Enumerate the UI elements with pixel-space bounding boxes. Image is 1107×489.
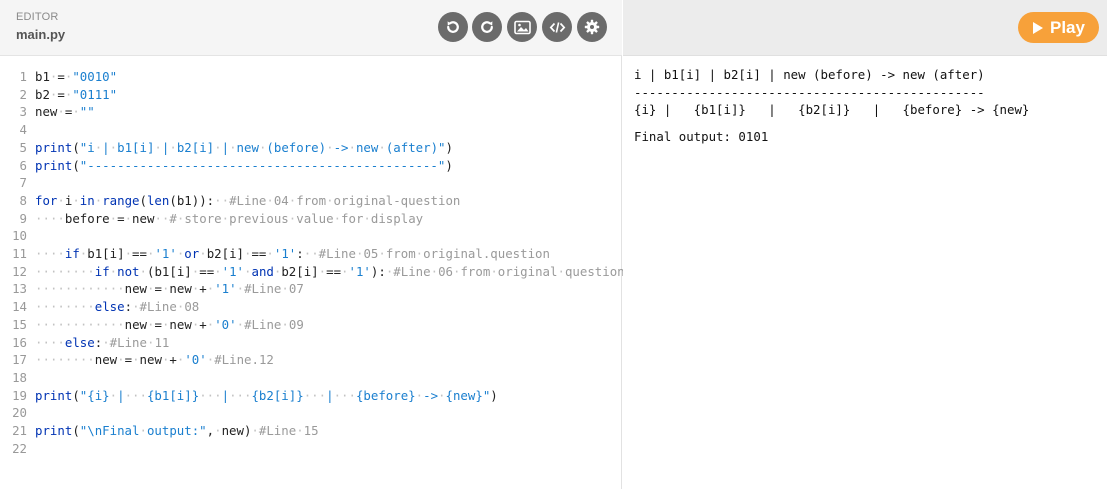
editor-panel: EDITOR main.py 1 b1·=·"0010" 2 b2·=·"011…	[0, 0, 625, 489]
code-text[interactable]: ············new·=·new·+·'0'·#Line·09	[35, 316, 620, 334]
code-line[interactable]: 12 ········if·not·(b1[i]·==·'1'·and·b2[i]…	[0, 263, 625, 281]
refresh-button[interactable]	[472, 12, 502, 42]
line-number: 19	[12, 387, 27, 403]
code-line[interactable]: 21 print("\nFinal·output:",·new)·#Line·15	[0, 422, 620, 440]
code-line[interactable]: 14 ········else:·#Line·08	[0, 298, 620, 316]
line-number: 12	[12, 263, 27, 279]
line-number: 11	[12, 246, 27, 262]
settings-button[interactable]	[577, 12, 607, 42]
code-text[interactable]: for·i·in·range(len(b1)):··#Line·04·from·…	[35, 192, 620, 210]
line-number: 16	[12, 334, 27, 350]
code-line[interactable]: 22	[0, 440, 620, 458]
code-text[interactable]	[35, 369, 620, 387]
code-text[interactable]: new·=·""	[35, 103, 620, 121]
image-button[interactable]	[507, 12, 537, 42]
code-text[interactable]: b2·=·"0111"	[35, 86, 620, 104]
refresh-icon	[481, 21, 493, 33]
code-line[interactable]: 20	[0, 404, 620, 422]
editor-header: EDITOR main.py	[0, 0, 622, 56]
line-number: 9	[19, 210, 27, 226]
reset-icon	[447, 21, 459, 33]
code-text[interactable]: ····else:·#Line·11	[35, 334, 620, 352]
code-text[interactable]	[35, 227, 620, 245]
line-number: 3	[19, 104, 27, 120]
code-text[interactable]: ········new·=·new·+·'0'·#Line.12	[35, 351, 620, 369]
code-line[interactable]: 11 ····if·b1[i]·==·'1'·or·b2[i]·==·'1':··…	[0, 245, 620, 263]
play-label: Play	[1050, 17, 1085, 37]
line-number: 5	[19, 139, 27, 155]
line-number: 13	[12, 281, 27, 297]
code-line[interactable]: 19 print("{i}·|···{b1[i]}···|···{b2[i]}··…	[0, 387, 620, 405]
code-text[interactable]: print("i·|·b1[i]·|·b2[i]·|·new·(before)·…	[35, 139, 620, 157]
code-line[interactable]: 16 ····else:·#Line·11	[0, 334, 620, 352]
code-line[interactable]: 8 for·i·in·range(len(b1)):··#Line·04·from…	[0, 192, 620, 210]
code-text[interactable]: print("{i}·|···{b1[i]}···|···{b2[i]}···|…	[35, 387, 620, 405]
code-line[interactable]: 18	[0, 369, 620, 387]
line-number: 17	[12, 352, 27, 368]
line-number: 7	[19, 175, 27, 191]
output-line: Final output: 0101	[634, 129, 769, 145]
line-number: 6	[19, 157, 27, 173]
line-number: 21	[12, 423, 27, 439]
code-text[interactable]: print("---------------------------------…	[35, 157, 620, 175]
play-button[interactable]: Play	[1018, 12, 1099, 43]
line-number: 20	[12, 405, 27, 421]
code-line[interactable]: 10	[0, 227, 620, 245]
code-line[interactable]: 7	[0, 174, 620, 192]
reset-button[interactable]	[438, 12, 468, 42]
code-line[interactable]: 1 b1·=·"0010"	[0, 68, 620, 86]
code-text[interactable]	[35, 440, 620, 458]
code-line[interactable]: 2 b2·=·"0111"	[0, 86, 620, 104]
editor-label: EDITOR	[16, 11, 59, 23]
line-number: 14	[12, 299, 27, 315]
code-editor[interactable]: 1 b1·=·"0010" 2 b2·=·"0111" 3 new·=·"" 4 5 print…	[0, 68, 625, 458]
image-icon	[513, 20, 531, 34]
code-line[interactable]: 5 print("i·|·b1[i]·|·b2[i]·|·new·(before)…	[0, 139, 620, 157]
gear-icon	[584, 19, 600, 35]
code-line[interactable]: 13 ············new·=·new·+·'1'·#Line·07	[0, 280, 620, 298]
code-text[interactable]: ····before·=·new··#·store·previous·value…	[35, 210, 620, 228]
line-number: 4	[19, 122, 27, 138]
line-number: 8	[19, 192, 27, 208]
code-line[interactable]: 4	[0, 121, 620, 139]
code-line[interactable]: 17 ········new·=·new·+·'0'·#Line.12	[0, 351, 620, 369]
code-line[interactable]: 9 ····before·=·new··#·store·previous·valu…	[0, 210, 620, 228]
output-line: i | b1[i] | b2[i] | new (before) -> new …	[634, 67, 985, 82]
line-number: 1	[19, 69, 27, 84]
output-panel: Play i | b1[i] | b2[i] | new (before) ->…	[623, 0, 1107, 489]
code-text[interactable]	[35, 174, 620, 192]
line-number: 22	[12, 440, 27, 456]
code-line[interactable]: 15 ············new·=·new·+·'0'·#Line·09	[0, 316, 620, 334]
output-line: ----------------------------------------…	[634, 84, 985, 100]
output-line: {i} | {b1[i]} | {b2[i]} | {before} -> {n…	[634, 102, 1030, 118]
line-number: 15	[12, 316, 27, 332]
line-number: 18	[12, 369, 27, 385]
code-text[interactable]: ········if·not·(b1[i]·==·'1'·and·b2[i]·=…	[35, 263, 650, 281]
code-text[interactable]: ············new·=·new·+·'1'·#Line·07	[35, 280, 620, 298]
line-number: 2	[19, 86, 27, 102]
code-text[interactable]: b1·=·"0010"	[35, 68, 620, 86]
embed-button[interactable]	[542, 12, 572, 42]
file-name[interactable]: main.py	[16, 27, 65, 42]
code-text[interactable]: ········else:·#Line·08	[35, 298, 620, 316]
code-text[interactable]	[35, 404, 620, 422]
output-header: Play	[623, 0, 1107, 56]
code-line[interactable]: 3 new·=·""	[0, 103, 620, 121]
code-text[interactable]: ····if·b1[i]·==·'1'·or·b2[i]·==·'1':··#L…	[35, 245, 620, 263]
console-output: i | b1[i] | b2[i] | new (before) -> new …	[634, 66, 1029, 146]
app-window: EDITOR main.py 1 b1·=·"0010" 2 b2·=·"011…	[0, 0, 1107, 489]
code-text[interactable]: print("\nFinal·output:",·new)·#Line·15	[35, 422, 620, 440]
code-line[interactable]: 6 print("--------------------------------…	[0, 157, 620, 175]
code-text[interactable]	[35, 121, 620, 139]
line-number: 10	[12, 228, 27, 244]
code-icon	[549, 21, 565, 33]
play-icon	[1033, 21, 1043, 34]
